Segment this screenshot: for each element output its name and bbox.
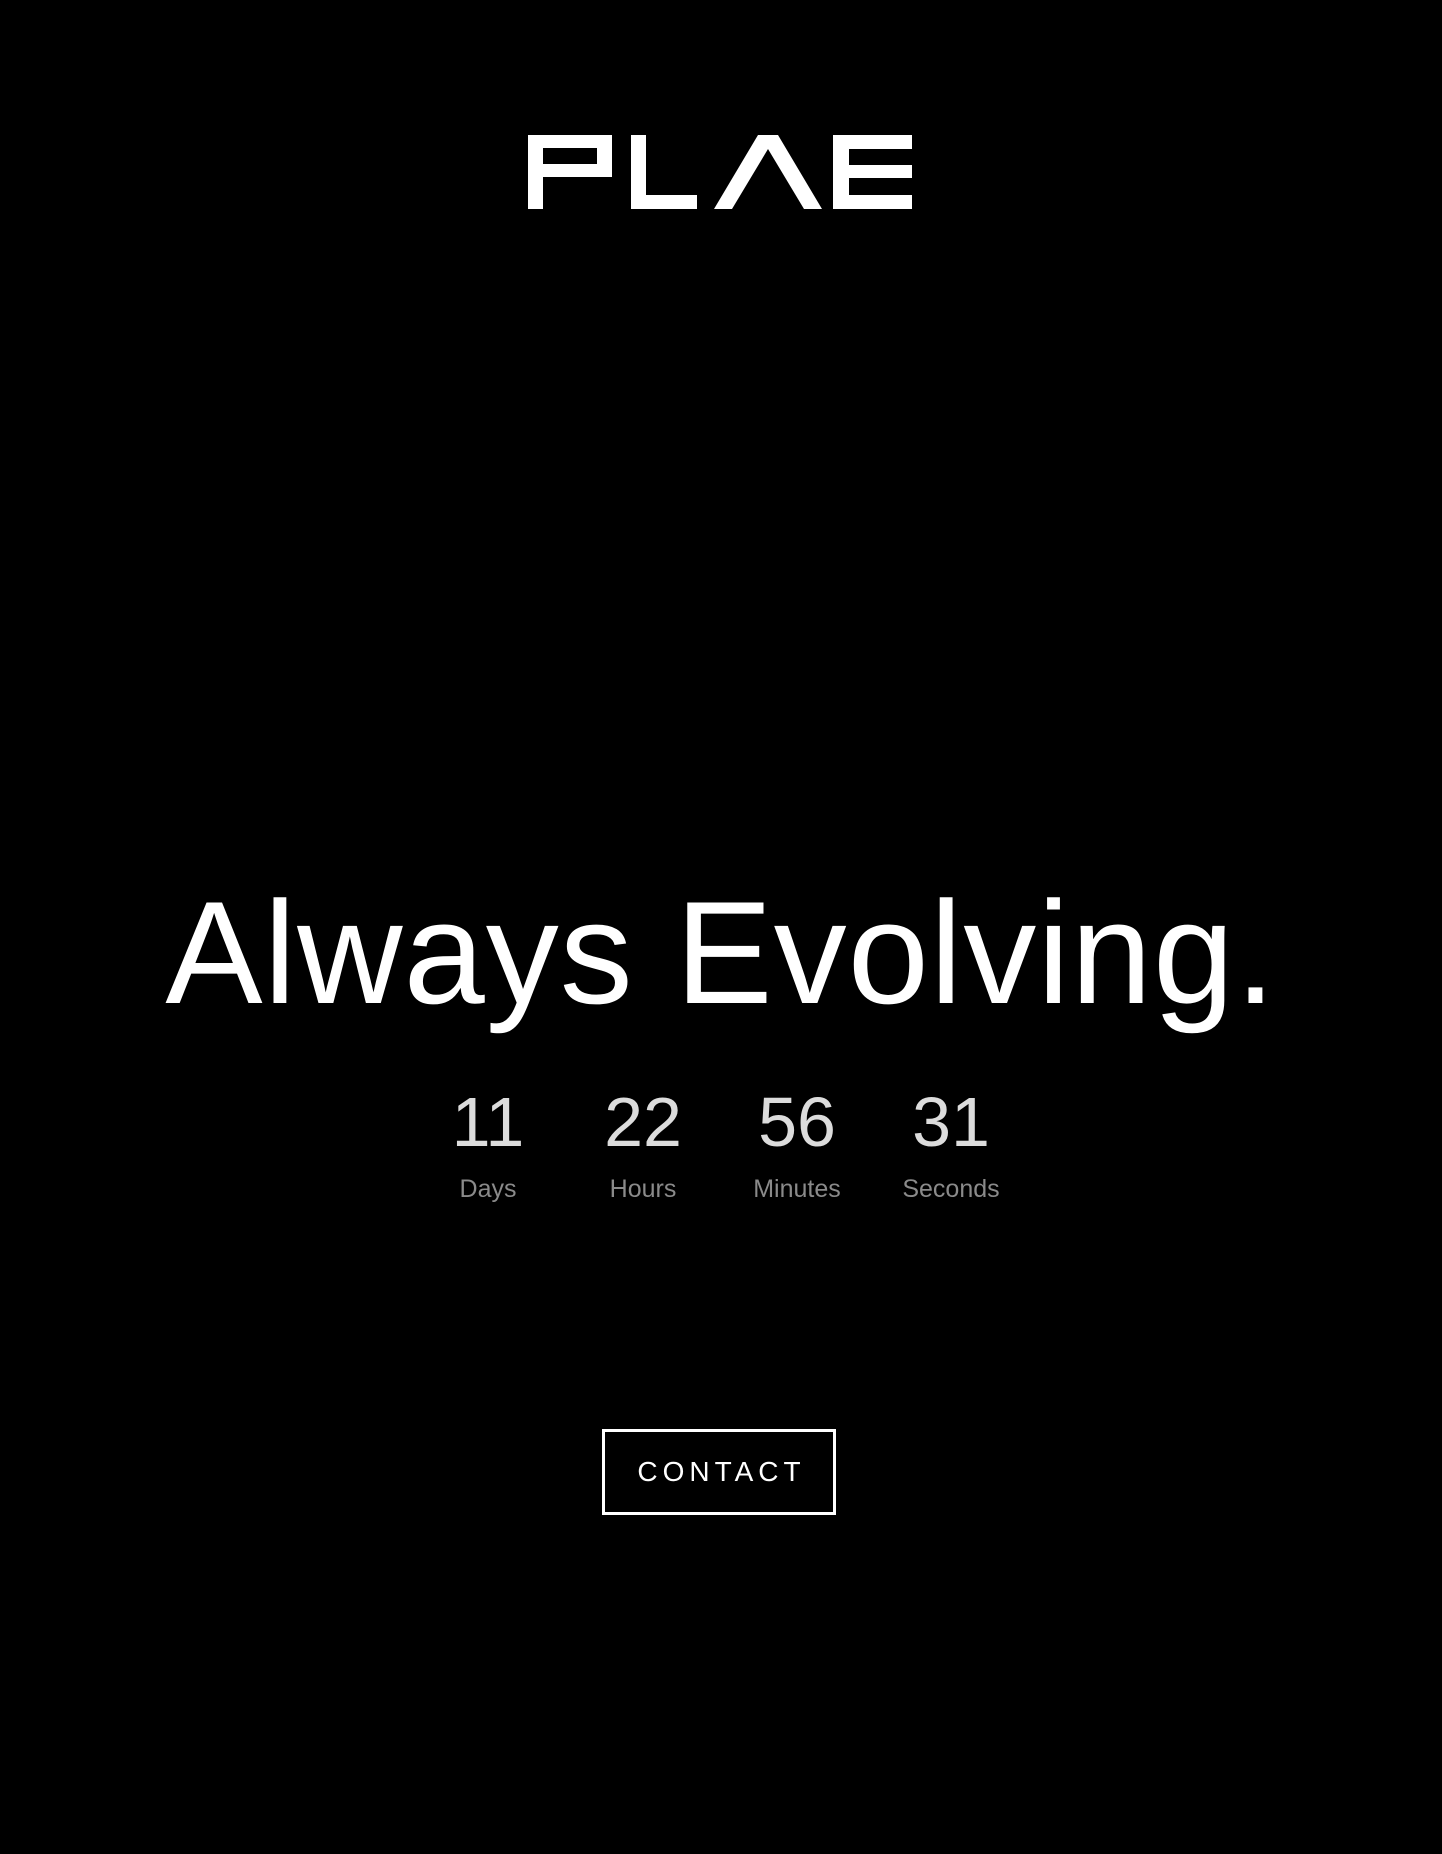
plae-logo-mark bbox=[528, 135, 912, 209]
countdown-hours-label: Hours bbox=[609, 1175, 677, 1203]
contact-button[interactable]: CONTACT bbox=[602, 1429, 836, 1515]
landing-page: Always Evolving. 11 Days 22 Hours 56 Min… bbox=[0, 0, 1442, 1854]
countdown-seconds-label: Seconds bbox=[902, 1175, 1000, 1203]
countdown-timer: 11 Days 22 Hours 56 Minutes 31 Seconds bbox=[0, 1082, 1442, 1212]
countdown-days-label: Days bbox=[459, 1175, 517, 1203]
countdown-minutes: 56 Minutes bbox=[732, 1082, 862, 1204]
countdown-seconds-value: 31 bbox=[912, 1083, 990, 1161]
plae-logo bbox=[528, 135, 912, 209]
countdown-seconds: 31 Seconds bbox=[886, 1082, 1016, 1204]
countdown-minutes-label: Minutes bbox=[753, 1175, 841, 1203]
countdown-days: 11 Days bbox=[423, 1082, 553, 1204]
countdown-hours: 22 Hours bbox=[578, 1082, 708, 1204]
countdown-days-value: 11 bbox=[451, 1083, 525, 1161]
hero-headline: Always Evolving. bbox=[165, 871, 1277, 1034]
countdown-hours-value: 22 bbox=[604, 1083, 682, 1161]
countdown-minutes-value: 56 bbox=[758, 1083, 836, 1161]
